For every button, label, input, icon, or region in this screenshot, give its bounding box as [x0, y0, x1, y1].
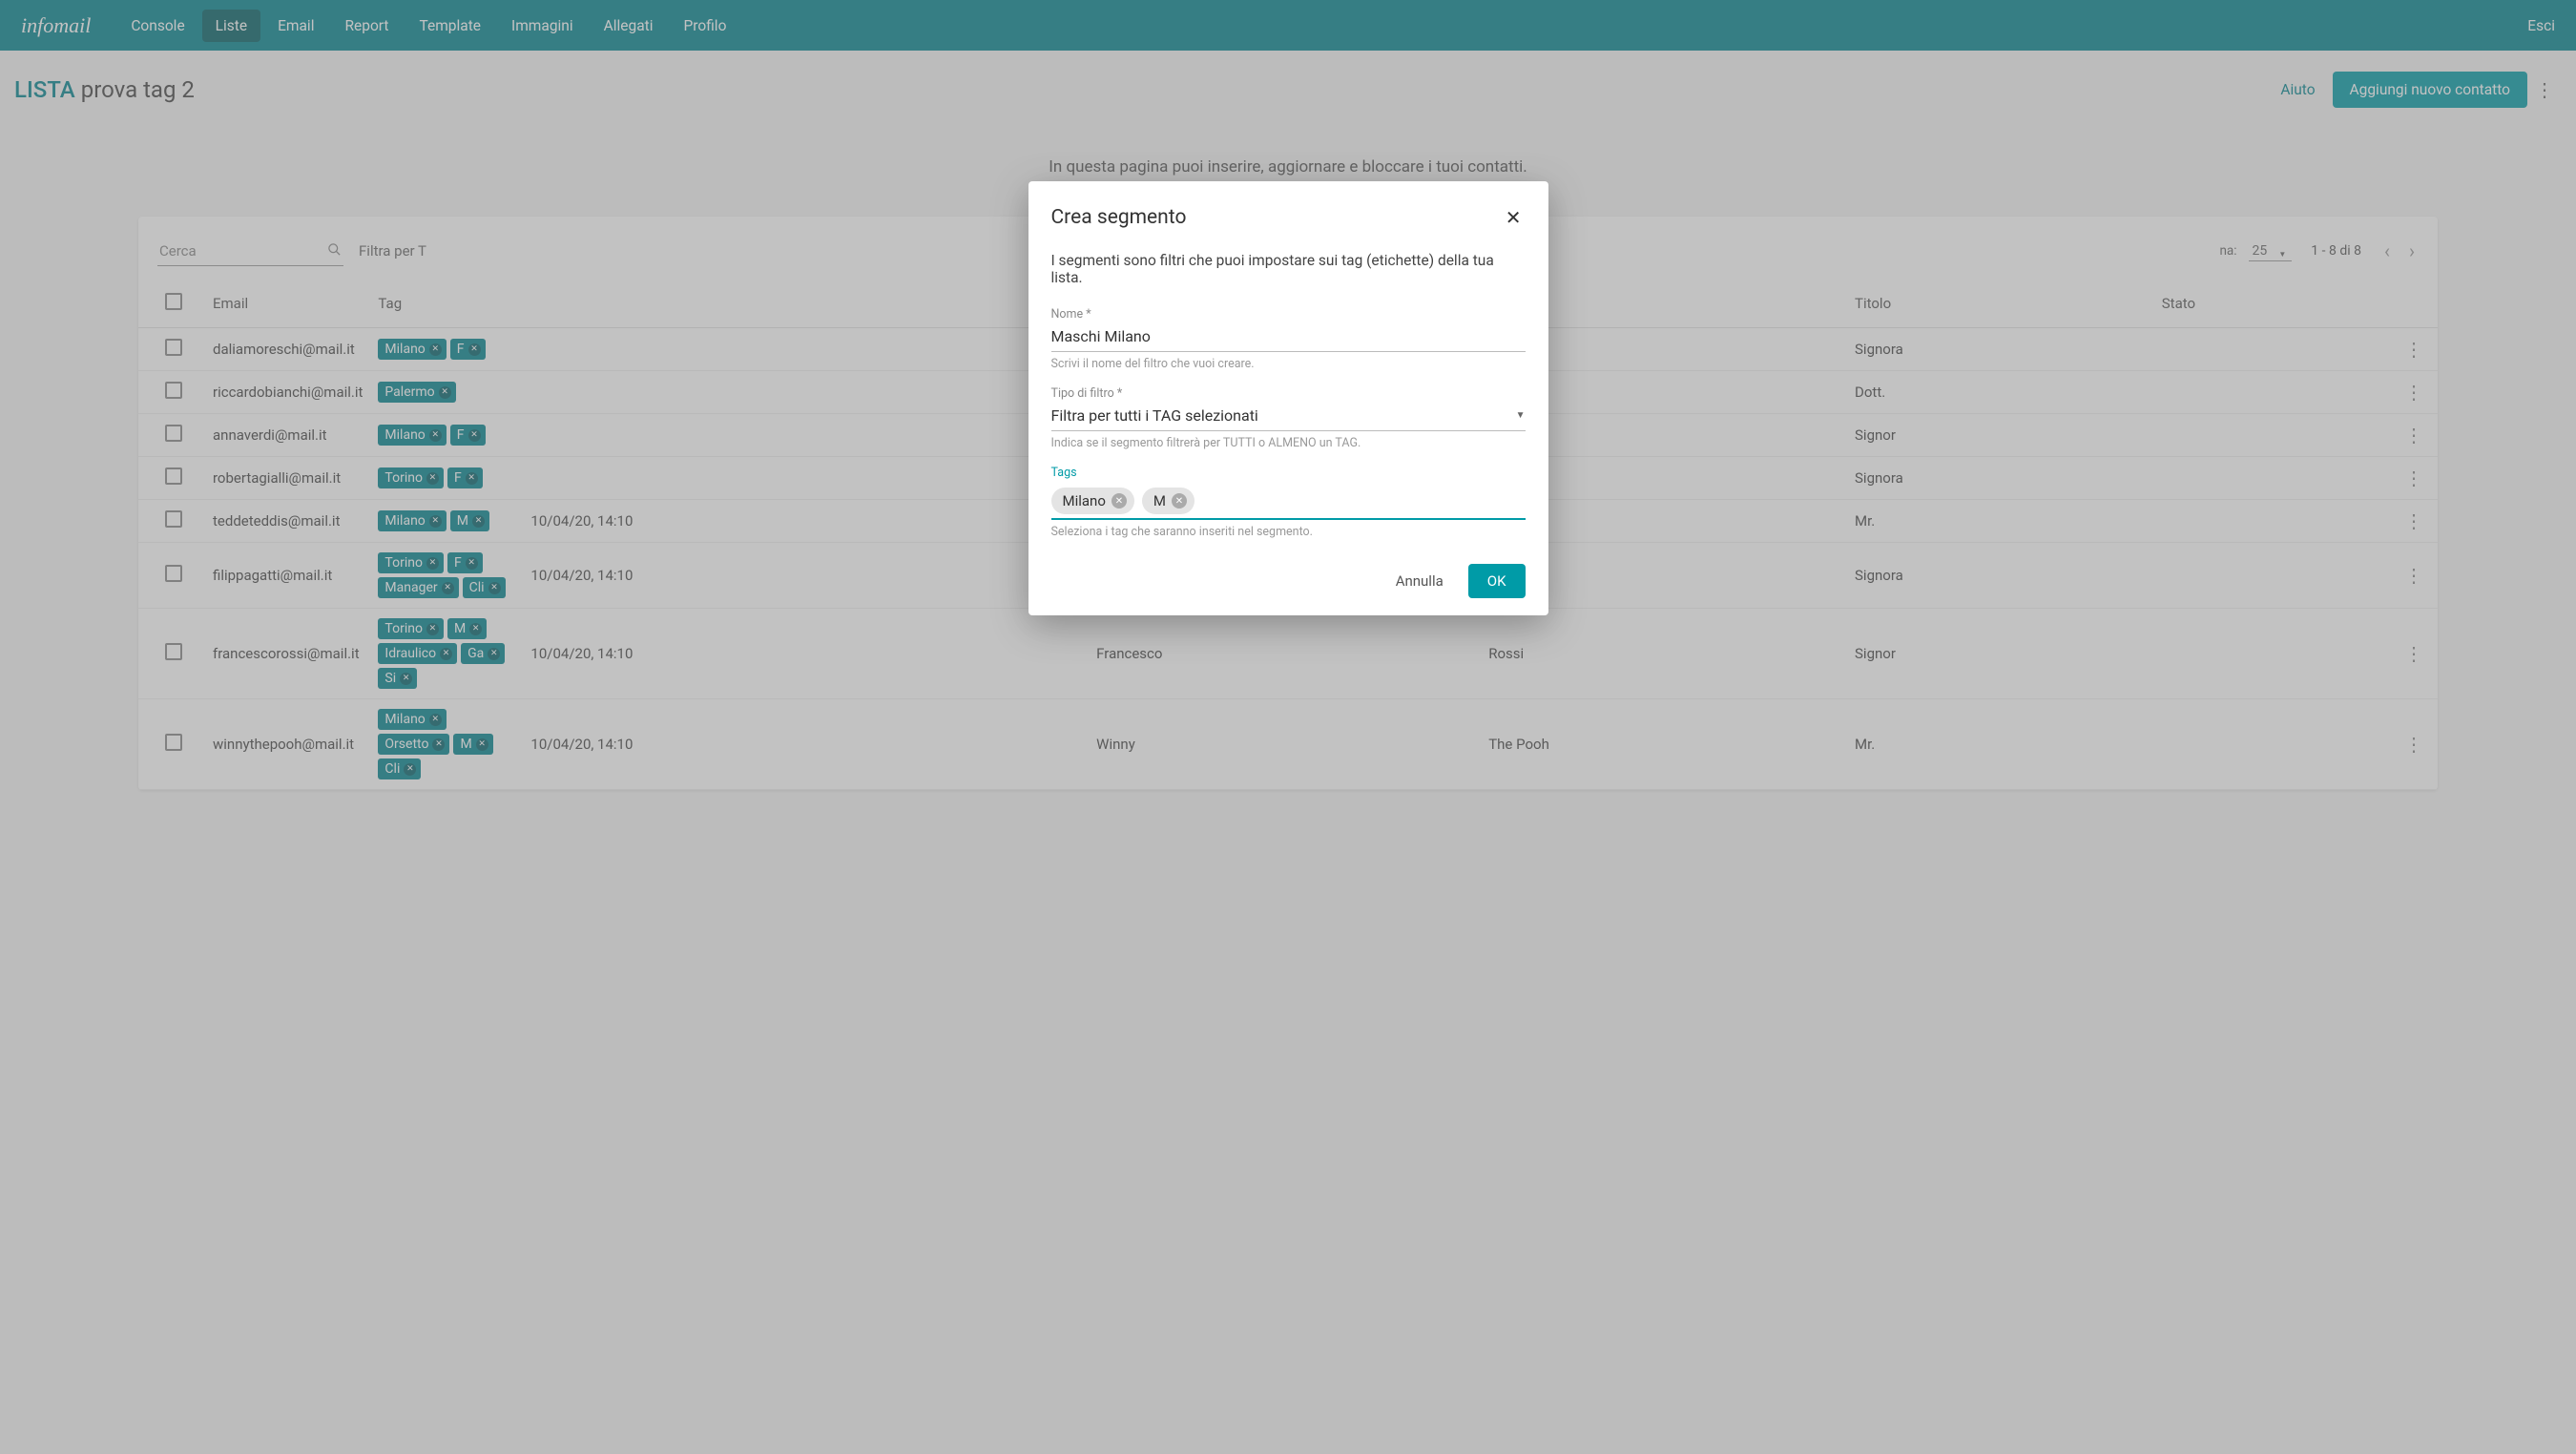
pill-label: M — [1153, 492, 1166, 509]
selected-tag-pill[interactable]: Milano ✕ — [1051, 488, 1134, 514]
name-label: Nome * — [1051, 307, 1526, 322]
cancel-button[interactable]: Annulla — [1382, 565, 1457, 597]
name-helper: Scrivi il nome del filtro che vuoi crear… — [1051, 357, 1526, 371]
remove-pill-icon[interactable]: ✕ — [1172, 493, 1187, 509]
modal-title: Crea segmento — [1051, 206, 1187, 229]
ok-button[interactable]: OK — [1468, 564, 1526, 598]
filter-type-value: Filtra per tutti i TAG selezionati — [1051, 406, 1516, 425]
create-segment-modal: Crea segmento ✕ I segmenti sono filtri c… — [1028, 181, 1548, 615]
filter-type-select[interactable]: Filtra per tutti i TAG selezionati ▼ — [1051, 403, 1526, 431]
tags-input[interactable]: Milano✕M✕ — [1051, 482, 1526, 520]
chevron-down-icon: ▼ — [1516, 410, 1526, 421]
modal-overlay: Crea segmento ✕ I segmenti sono filtri c… — [0, 0, 2576, 1454]
selected-tag-pill[interactable]: M✕ — [1142, 488, 1195, 514]
segment-name-input[interactable] — [1051, 323, 1526, 352]
remove-pill-icon[interactable]: ✕ — [1111, 493, 1127, 509]
close-icon[interactable]: ✕ — [1502, 204, 1526, 231]
modal-description: I segmenti sono filtri che puoi impostar… — [1051, 252, 1526, 286]
pill-label: Milano — [1063, 492, 1106, 509]
type-helper: Indica se il segmento filtrerà per TUTTI… — [1051, 436, 1526, 450]
tags-helper: Seleziona i tag che saranno inseriti nel… — [1051, 525, 1526, 539]
tags-label: Tags — [1051, 466, 1526, 480]
type-label: Tipo di filtro * — [1051, 386, 1526, 401]
